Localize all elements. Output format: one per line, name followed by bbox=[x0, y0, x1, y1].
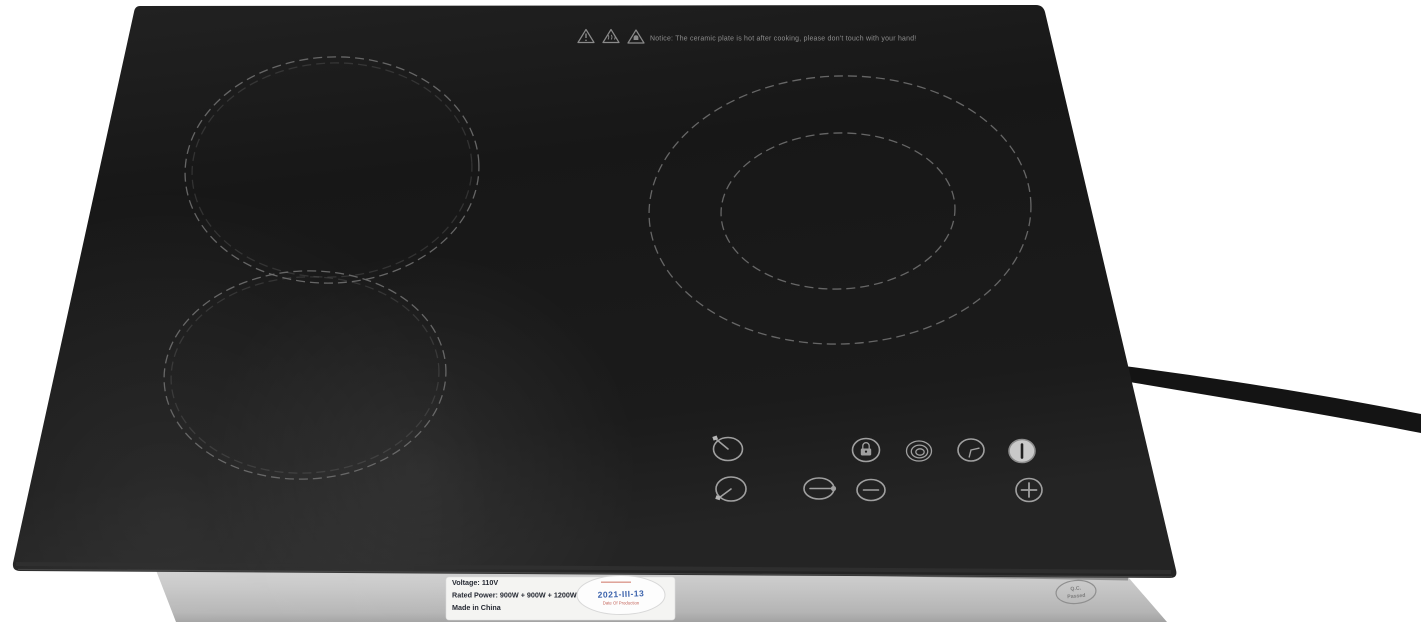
product-photo-cooktop: Q.C. Passed Voltage: 110V Rated Power: 9… bbox=[0, 0, 1422, 622]
qc-stamp-line1: Q.C. bbox=[1070, 586, 1082, 593]
sticker-caption: Date Of Production bbox=[603, 601, 640, 606]
cooktop-scene: Q.C. Passed Voltage: 110V Rated Power: 9… bbox=[0, 0, 1422, 622]
power-cord bbox=[1124, 366, 1421, 433]
warning-text: Notice: The ceramic plate is hot after c… bbox=[650, 36, 916, 43]
power-icon bbox=[1009, 440, 1035, 463]
sticker-date: 2021-III-13 bbox=[597, 588, 644, 600]
cooktop-glass-surface bbox=[0, 5, 1176, 622]
